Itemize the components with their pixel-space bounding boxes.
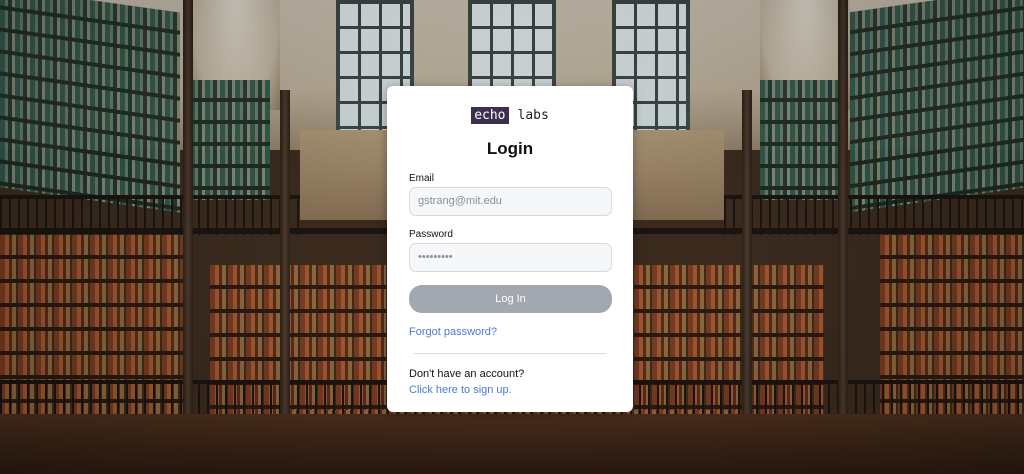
page-title: Login [486,139,534,158]
email-label: Email [409,173,435,184]
divider [414,353,606,354]
echo-labs-logo: echo labs [409,106,611,124]
no-account-text: Don't have an account? [409,368,525,380]
password-label: Password [409,229,453,240]
login-button[interactable]: Log In [409,285,612,313]
signup-link[interactable]: Click here to sign up. [409,384,512,396]
password-field[interactable]: ••••••••• [409,243,612,272]
logo-labs: labs [517,107,549,123]
login-card: echo labs Login Email gstrang@mit.edu Pa… [387,86,633,412]
forgot-password-link[interactable]: Forgot password? [409,326,497,338]
email-field[interactable]: gstrang@mit.edu [409,187,612,216]
logo-echo: echo [471,106,509,124]
